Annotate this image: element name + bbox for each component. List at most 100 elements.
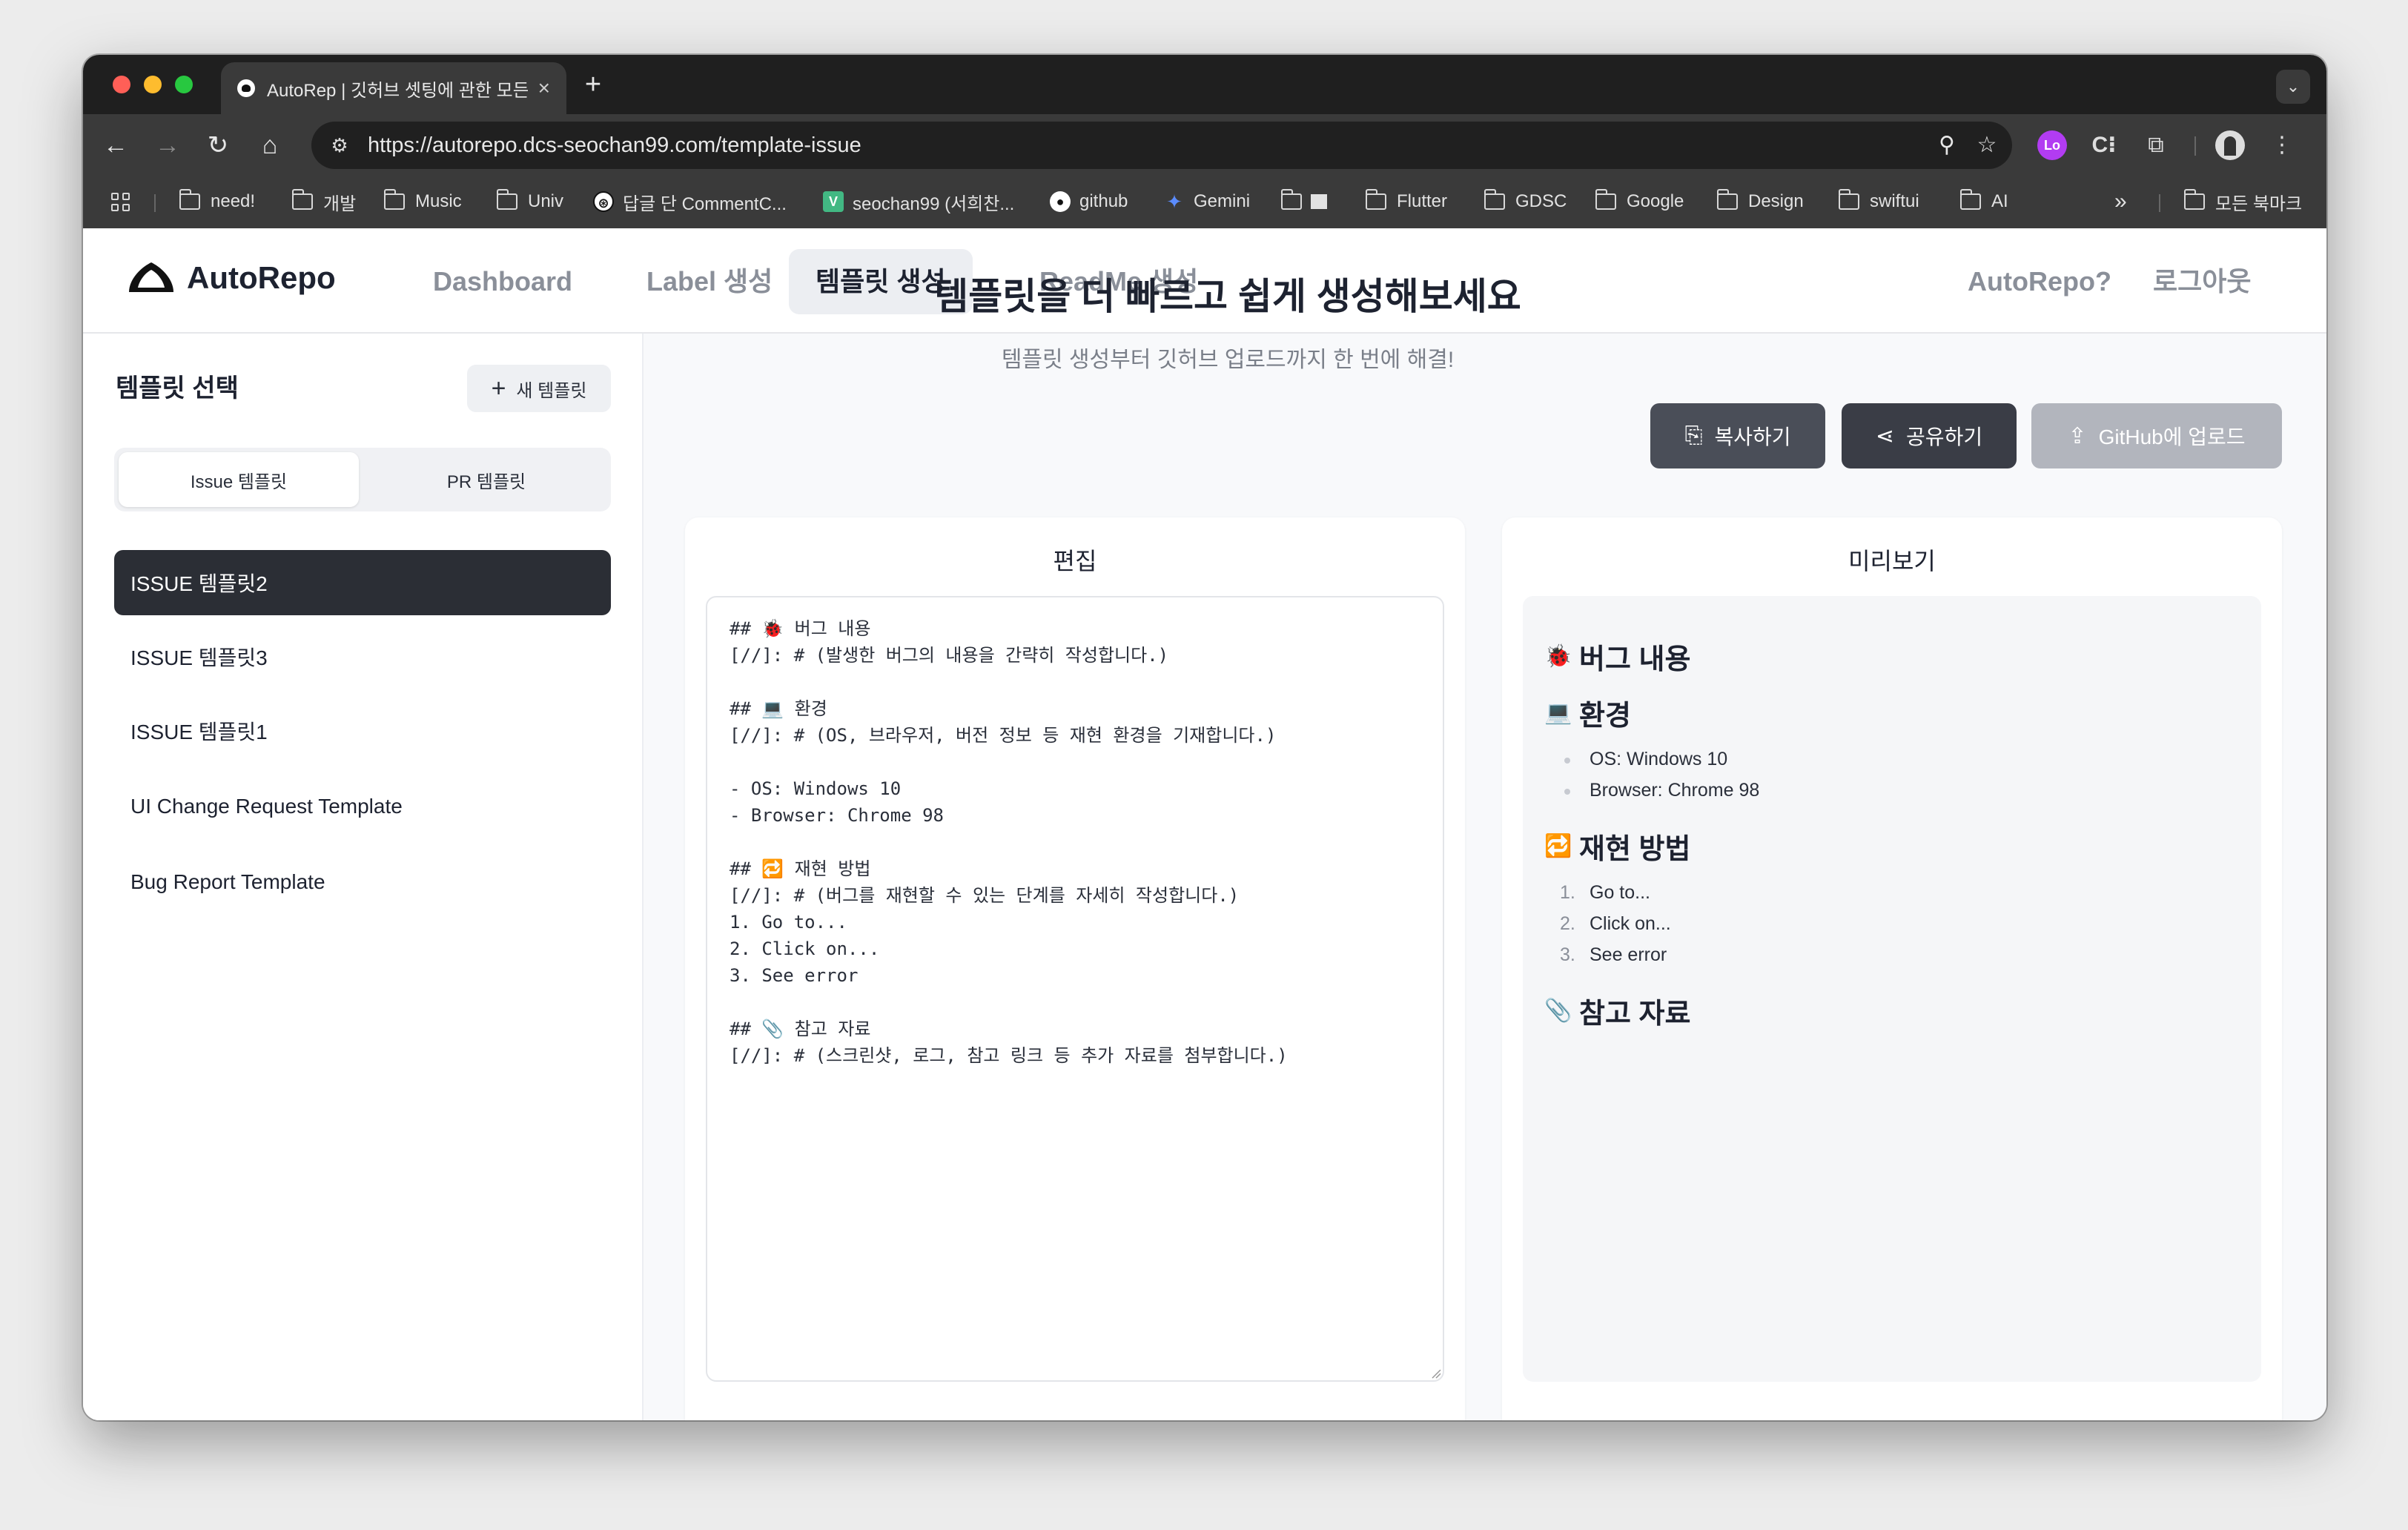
- bookmark-unnamed-folder[interactable]: [1280, 188, 1327, 215]
- new-template-button[interactable]: + 새 템플릿: [467, 365, 611, 412]
- share-icon: ⋖: [1875, 423, 1895, 448]
- tab-search-button[interactable]: ⌄: [2276, 70, 2310, 104]
- clipboard-icon: ⎘: [1684, 423, 1703, 448]
- browser-tab[interactable]: AutoRep | 깃허브 셋팅에 관한 모든 ×: [221, 62, 566, 114]
- folder-icon: [1280, 189, 1302, 210]
- nav-about[interactable]: AutoRepo?: [1941, 249, 2138, 314]
- bookmark-separator: [2159, 194, 2160, 212]
- main-header: 템플릿을 더 빠르고 쉽게 생성해보세요 템플릿 생성부터 깃허브 업로드까지 …: [872, 267, 1584, 374]
- preview-step-item: 3. See error: [1560, 944, 1667, 965]
- folder-icon: [1838, 189, 1859, 210]
- github-icon: ●: [1050, 191, 1071, 212]
- page-title: 템플릿을 더 빠르고 쉽게 생성해보세요: [934, 276, 1521, 317]
- preview-heading: 💻 환경: [1544, 692, 1631, 733]
- bookmark-seochan99[interactable]: Vseochan99 (서희찬...: [823, 188, 1014, 215]
- tab-bar: AutoRep | 깃허브 셋팅에 관한 모든 × + ⌄: [83, 55, 2326, 114]
- bookmark-github[interactable]: ● github: [1050, 188, 1128, 215]
- browser-menu-icon[interactable]: ⋮: [2267, 130, 2297, 160]
- github-upload-button[interactable]: ⇪ GitHub에 업로드: [2031, 403, 2282, 468]
- bookmark-swiftui[interactable]: swiftui: [1838, 188, 1919, 215]
- ladybug-icon: 🐞: [1544, 643, 1572, 669]
- template-item[interactable]: Bug Report Template: [114, 850, 611, 915]
- profile-avatar[interactable]: [2215, 130, 2245, 160]
- bookmark-google[interactable]: Google: [1595, 188, 1684, 215]
- template-item[interactable]: ISSUE 템플릿1: [114, 698, 611, 764]
- more-bookmarks-icon[interactable]: »: [2114, 188, 2127, 215]
- bookmark-gdsc[interactable]: GDSC: [1484, 188, 1567, 215]
- folder-icon: [496, 189, 517, 210]
- minimize-window-button[interactable]: [144, 76, 162, 93]
- address-bar[interactable]: ⚙ https://autorepo.dcs-seochan99.com/tem…: [311, 122, 2012, 169]
- site-info-icon[interactable]: ⚙: [328, 133, 351, 157]
- autorepo-logo-icon: [129, 262, 173, 292]
- bookmark-ai[interactable]: AI: [1959, 188, 2008, 215]
- bookmark-design[interactable]: Design: [1716, 188, 1804, 215]
- template-type-toggle: Issue 템플릿 PR 템플릿: [114, 448, 611, 511]
- home-icon[interactable]: ⌂: [252, 128, 288, 163]
- bookmark-univ[interactable]: Univ: [496, 188, 563, 215]
- template-item[interactable]: ISSUE 템플릿3: [114, 624, 611, 689]
- chatgpt-icon: ⊛: [593, 191, 614, 212]
- folder-icon: [1716, 189, 1738, 210]
- browser-toolbar: ← → ↻ ⌂ ⚙ https://autorepo.dcs-seochan99…: [83, 114, 2326, 176]
- maximize-window-button[interactable]: [175, 76, 193, 93]
- nav-dashboard[interactable]: Dashboard: [406, 249, 599, 314]
- editor-panel: 편집 ## 🐞 버그 내용 [//]: # (발생한 버그의 내용을 간략히 작…: [685, 517, 1465, 1420]
- preview-bullet-item: OS: Windows 10: [1564, 749, 1727, 770]
- folder-icon: [383, 189, 405, 210]
- close-window-button[interactable]: [113, 76, 130, 93]
- back-icon[interactable]: ←: [98, 128, 133, 163]
- markdown-editor[interactable]: ## 🐞 버그 내용 [//]: # (발생한 버그의 내용을 간략히 작성합니…: [706, 596, 1444, 1382]
- browser-window: AutoRep | 깃허브 셋팅에 관한 모든 × + ⌄ ← → ↻ ⌂ ⚙ …: [83, 55, 2326, 1420]
- toolbar-separator: [2194, 136, 2196, 156]
- folder-icon: [1959, 189, 1981, 210]
- bookmark-star-icon[interactable]: ☆: [1974, 132, 2000, 159]
- bookmark-flutter[interactable]: Flutter: [1365, 188, 1447, 215]
- bookmark-need[interactable]: need!: [179, 188, 255, 215]
- bookmark-separator: [154, 194, 156, 212]
- folder-icon: [1595, 189, 1616, 210]
- template-item[interactable]: UI Change Request Template: [114, 774, 611, 839]
- bullet-dot: [1564, 789, 1570, 795]
- vue-icon: V: [823, 191, 844, 212]
- template-sidebar: 템플릿 선택 + 새 템플릿 Issue 템플릿 PR 템플릿 ISSUE 템플…: [83, 334, 644, 1420]
- new-tab-button[interactable]: +: [577, 68, 609, 101]
- bookmark-music[interactable]: Music: [383, 188, 462, 215]
- page-subtitle: 템플릿 생성부터 깃허브 업로드까지 한 번에 해결!: [1001, 348, 1455, 372]
- terminal-icon: [1311, 194, 1327, 209]
- forward-icon[interactable]: →: [150, 128, 185, 163]
- tab-close-icon[interactable]: ×: [538, 76, 550, 100]
- autorepo-favicon-icon: [237, 79, 255, 97]
- template-item[interactable]: ISSUE 템플릿2: [114, 550, 611, 615]
- bookmark-commentc[interactable]: ⊛ 답글 단 CommentC...: [593, 188, 787, 215]
- resize-handle-icon[interactable]: [1431, 1368, 1441, 1379]
- extensions-puzzle-icon[interactable]: ⧉: [2141, 130, 2171, 160]
- repeat-icon: 🔁: [1544, 833, 1572, 858]
- copy-button[interactable]: ⎘ 복사하기: [1650, 403, 1825, 468]
- bookmark-dev[interactable]: 개발: [291, 188, 356, 215]
- segment-issue[interactable]: Issue 템플릿: [119, 452, 359, 507]
- logout-button[interactable]: 로그아웃: [2126, 249, 2278, 314]
- share-button[interactable]: ⋖ 공유하기: [1842, 403, 2017, 468]
- zoom-icon[interactable]: ⚲: [1934, 132, 1960, 159]
- segment-pr[interactable]: PR 템플릿: [366, 452, 606, 507]
- editor-title: 편집: [1053, 548, 1097, 574]
- preview-heading: 🐞 버그 내용: [1544, 636, 1690, 677]
- extension-purple-icon[interactable]: Lo: [2037, 130, 2067, 160]
- preview-panel: 미리보기 🐞 버그 내용 💻 환경 OS: Windows 10 Browser…: [1502, 517, 2282, 1420]
- apps-grid-icon[interactable]: [111, 188, 130, 215]
- plus-icon: +: [491, 374, 506, 403]
- paperclip-icon: 📎: [1544, 998, 1572, 1023]
- bookmark-gemini[interactable]: ✦ Gemini: [1164, 188, 1250, 215]
- all-bookmarks[interactable]: 모든 북마크: [2183, 188, 2302, 215]
- bookmarks-bar: need! 개발 Music Univ ⊛ 답글 단 CommentC... Vs…: [83, 176, 2326, 228]
- reload-icon[interactable]: ↻: [200, 128, 236, 163]
- preview-heading: 🔁 재현 방법: [1544, 826, 1690, 867]
- preview-heading: 📎 참고 자료: [1544, 990, 1690, 1031]
- preview-content: 🐞 버그 내용 💻 환경 OS: Windows 10 Browser: Chr…: [1523, 596, 2261, 1382]
- folder-icon: [1484, 189, 1505, 210]
- preview-bullet-item: Browser: Chrome 98: [1564, 780, 1759, 801]
- nav-label[interactable]: Label 생성: [620, 249, 799, 314]
- extension-c-icon[interactable]: C⁝: [2089, 130, 2119, 160]
- brand[interactable]: AutoRepo: [125, 258, 336, 298]
